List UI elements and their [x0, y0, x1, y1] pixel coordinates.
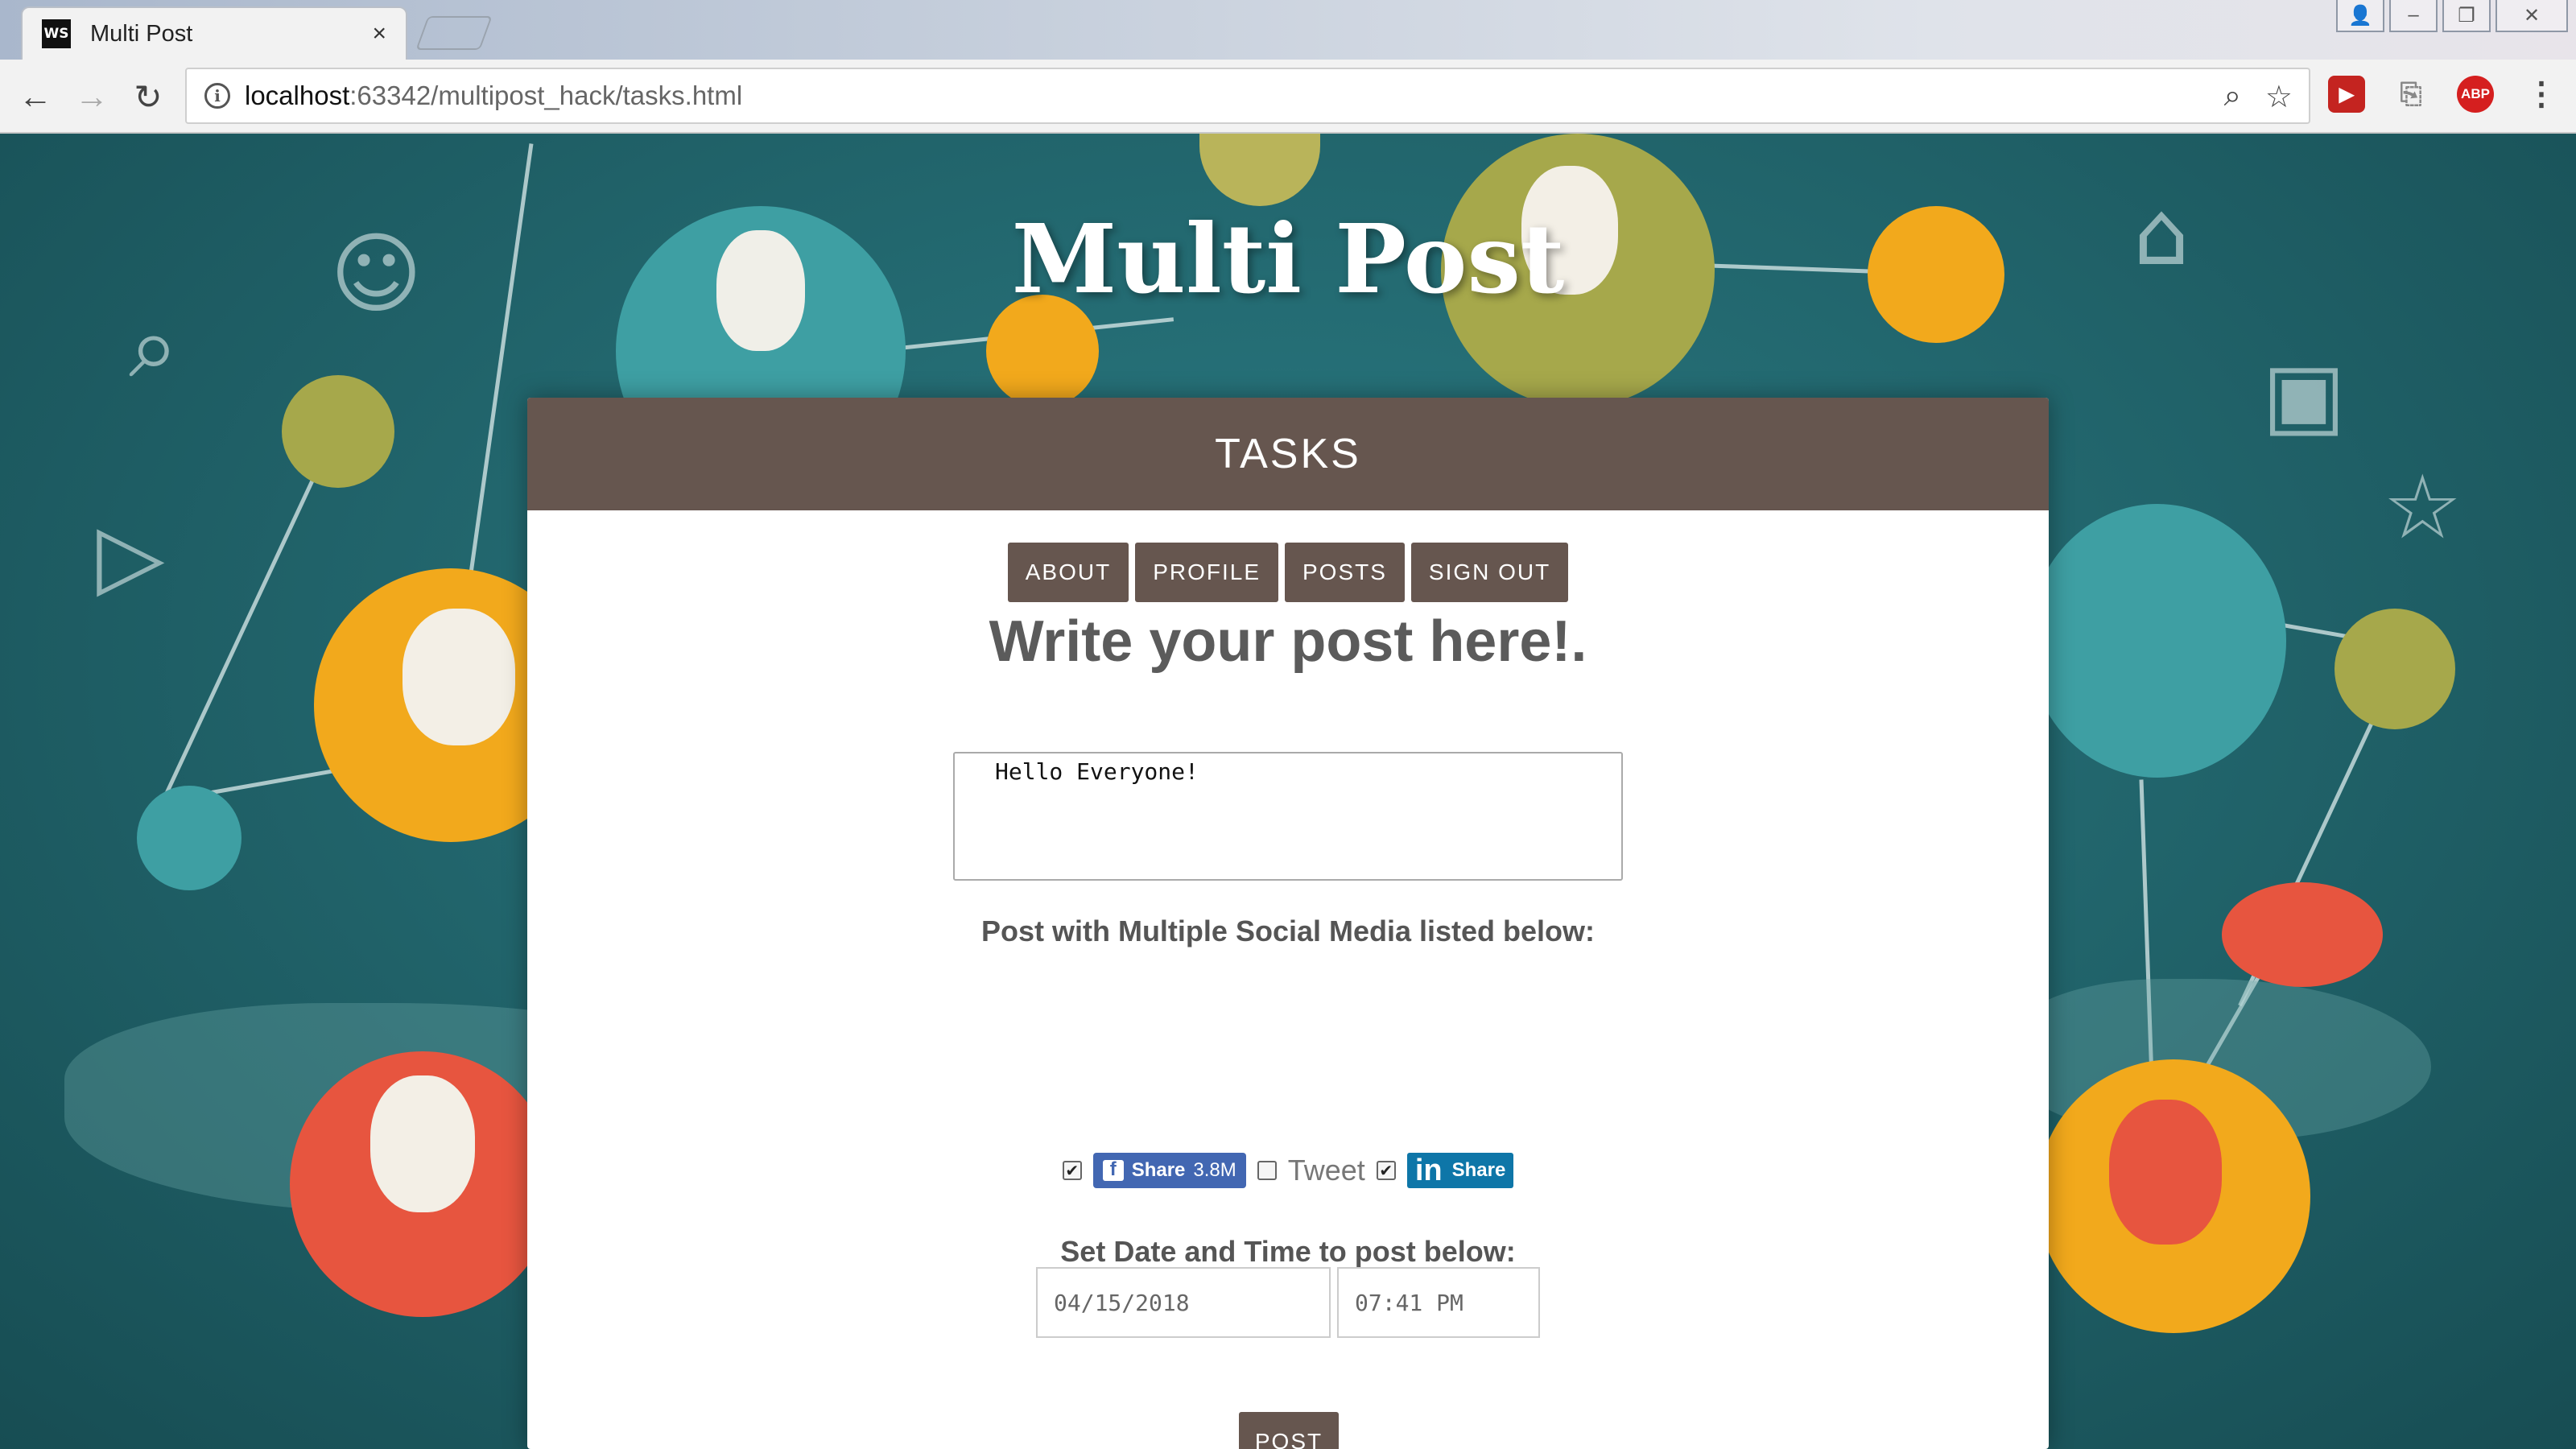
url-path: :63342/multipost_hack/tasks.html	[349, 80, 743, 110]
url-host: localhost	[245, 80, 350, 110]
tweet-link[interactable]: Tweet	[1288, 1154, 1365, 1187]
facebook-share-label: Share	[1131, 1159, 1186, 1181]
cloud-circle	[1199, 134, 1320, 206]
posts-button[interactable]: POSTS	[1285, 543, 1405, 602]
user-profile-icon[interactable]: 👤	[2336, 0, 2384, 32]
linkedin-share-button[interactable]: in Share	[1406, 1153, 1514, 1188]
sign-out-button[interactable]: SIGN OUT	[1410, 543, 1569, 602]
window-controls: 👤 ‒ ❐ ✕	[2336, 0, 2568, 32]
image-icon: ▣	[2262, 343, 2346, 446]
zoom-icon[interactable]: ⌕	[2224, 79, 2241, 115]
page-heading: Write your post here!.	[989, 609, 1587, 674]
twitter-checkbox[interactable]	[1257, 1161, 1277, 1180]
pdf-extension-icon[interactable]: ⎘	[2392, 76, 2429, 113]
info-icon[interactable]: i	[204, 83, 230, 109]
address-bar[interactable]: i localhost :63342/multipost_hack/tasks.…	[185, 68, 2310, 124]
avatar-face	[402, 609, 515, 745]
minimize-icon[interactable]: ‒	[2389, 0, 2438, 32]
extension-red-icon[interactable]: ▶	[2328, 76, 2365, 113]
forward-icon[interactable]: →	[68, 72, 116, 121]
back-icon[interactable]: ←	[11, 72, 60, 121]
facebook-share-button[interactable]: f Share 3.8M	[1092, 1153, 1246, 1188]
social-label: Post with Multiple Social Media listed b…	[980, 914, 1596, 947]
facebook-icon: f	[1102, 1158, 1124, 1181]
star-icon: ☆	[2383, 456, 2462, 559]
facebook-share-count: 3.8M	[1193, 1159, 1236, 1181]
restore-icon[interactable]: ❐	[2442, 0, 2491, 32]
about-button[interactable]: ABOUT	[1007, 543, 1129, 602]
new-tab-button[interactable]	[415, 16, 493, 50]
tab-close-icon[interactable]: ×	[372, 20, 386, 47]
card-header: TASKS	[527, 398, 2049, 510]
home-circle	[137, 786, 242, 890]
thumbs-up-circle	[282, 375, 394, 488]
social-options: ✔ f Share 3.8M Tweet ✔ in Share	[527, 1153, 2049, 1188]
browser-titlebar: WS Multi Post × 👤 ‒ ❐ ✕	[0, 0, 2576, 60]
page-background: ☺ ⌕ ▷ ⌂ ▣ ☆ Multi Post TASKS ABOUT PROFI…	[0, 134, 2576, 1449]
post-button[interactable]: POST	[1239, 1412, 1339, 1449]
avatar-circle	[2029, 504, 2286, 778]
date-input[interactable]: 04/15/2018	[1036, 1267, 1331, 1338]
window-close-icon[interactable]: ✕	[2496, 0, 2568, 32]
time-input[interactable]: 07:41 PM	[1337, 1267, 1540, 1338]
linkedin-checkbox[interactable]: ✔	[1376, 1161, 1396, 1180]
post-textarea[interactable]: Hello Everyone!	[953, 752, 1623, 881]
bookmark-star-icon[interactable]: ☆	[2265, 79, 2293, 115]
datetime-label: Set Date and Time to post below:	[1060, 1235, 1516, 1268]
reload-icon[interactable]: ↻	[124, 72, 172, 121]
play-button-icon: ▷	[97, 504, 165, 607]
site-title: Multi Post	[1011, 203, 1565, 315]
datetime-inputs: 04/15/2018 07:41 PM	[527, 1267, 2049, 1338]
adblock-icon[interactable]: ABP	[2457, 76, 2494, 113]
chat-bubble	[2222, 882, 2383, 987]
profile-button[interactable]: PROFILE	[1135, 543, 1278, 602]
browser-menu-icon[interactable]: ⋮	[2523, 76, 2560, 113]
webstorm-icon: WS	[42, 19, 71, 48]
linkedin-icon: in	[1414, 1153, 1443, 1187]
play-circle	[2334, 609, 2455, 729]
avatar-face	[370, 1075, 475, 1212]
avatar-figure	[2109, 1100, 2222, 1245]
linkedin-share-label: Share	[1451, 1159, 1506, 1181]
nav-menu: ABOUT PROFILE POSTS SIGN OUT	[527, 543, 2049, 602]
browser-tab[interactable]: WS Multi Post ×	[21, 6, 407, 60]
facebook-checkbox[interactable]: ✔	[1062, 1161, 1082, 1180]
tasks-card: TASKS ABOUT PROFILE POSTS SIGN OUT Write…	[527, 398, 2049, 1449]
tab-title: Multi Post	[90, 20, 193, 47]
browser-toolbar: ← → ↻ i localhost :63342/multipost_hack/…	[0, 60, 2576, 134]
